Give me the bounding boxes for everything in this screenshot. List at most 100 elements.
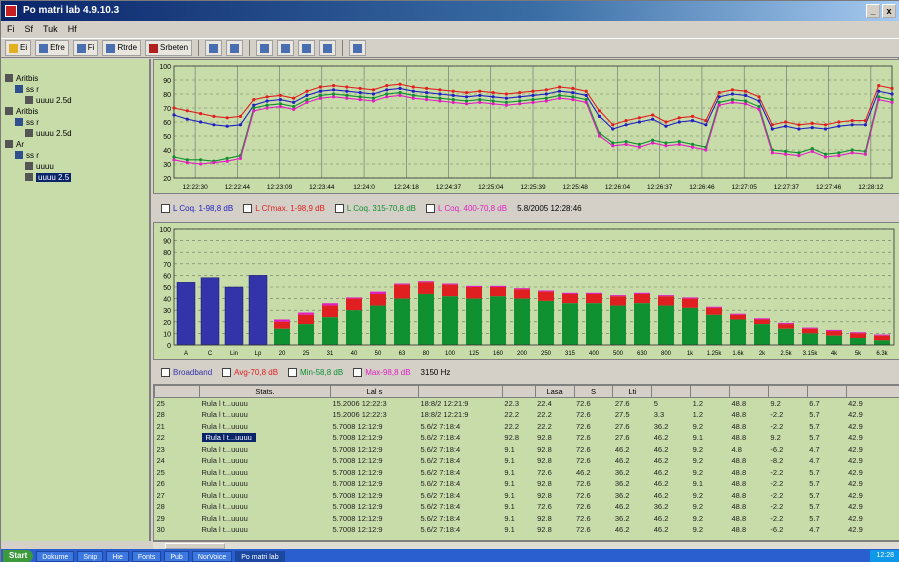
taskbar-item[interactable]: Snip <box>77 550 104 562</box>
table-row[interactable]: 25 Rula l t...uuuu 15.2006 12:22:3 18:8/2 1… <box>155 398 899 410</box>
open-button[interactable]: Ei <box>5 40 32 56</box>
column-header[interactable]: Stats. <box>199 385 331 398</box>
checkbox-icon[interactable] <box>353 367 363 377</box>
checkbox-icon[interactable] <box>334 203 344 213</box>
column-header[interactable] <box>690 385 731 398</box>
tree-node[interactable]: ss r <box>5 150 149 161</box>
title-bar[interactable]: Po matri lab 4.9.10.3 _ x <box>1 1 899 21</box>
legend-min[interactable]: Min-58,8 dB <box>288 367 343 377</box>
checkbox-icon[interactable] <box>161 367 170 377</box>
report-button[interactable]: Rtrde <box>102 40 142 56</box>
close-button[interactable]: x <box>882 4 896 18</box>
data-point <box>637 116 641 120</box>
cell-value: 36.2 <box>614 490 630 500</box>
menu-tools[interactable]: Tuk <box>43 21 58 38</box>
checkbox-icon[interactable] <box>243 203 253 213</box>
checkbox-icon[interactable] <box>222 367 232 377</box>
tree-node[interactable]: ss r <box>5 117 149 128</box>
menu-help[interactable]: Hf <box>68 21 77 38</box>
tree-node[interactable]: ss r <box>5 84 149 95</box>
tree-node[interactable]: uuuu 2.5 <box>5 172 149 183</box>
tree-node[interactable]: uuuu <box>5 161 149 172</box>
checkbox-icon[interactable] <box>288 367 298 377</box>
column-header[interactable] <box>154 385 201 398</box>
column-header[interactable] <box>501 385 536 398</box>
table-row[interactable]: 23 Rula l t...uuuu 5.7008 12:12:9 5.6/2 7:1… <box>155 444 899 456</box>
column-header[interactable] <box>845 385 899 398</box>
tree-node[interactable]: uuuu 2.5d <box>5 128 149 139</box>
column-header[interactable] <box>729 385 769 398</box>
data-point <box>823 123 828 127</box>
table-row[interactable]: 29 Rula l t...uuuu 5.7008 12:12:9 5.6/2 7:1… <box>155 513 899 525</box>
cell-value: 46.2 <box>614 456 630 466</box>
taskbar-item[interactable]: Hie <box>106 550 129 562</box>
column-header[interactable]: Lal s <box>330 385 419 398</box>
taskbar-item[interactable]: Pub <box>164 550 189 562</box>
legend-item-4[interactable]: L Coq. 400-70,8 dB <box>426 203 507 213</box>
cell-value: 48.8 <box>731 410 747 420</box>
menu-file[interactable]: Fi <box>7 21 15 38</box>
table-row[interactable]: 28 Rula l t...uuuu 15.2006 12:22:3 18:8/2 1… <box>155 409 899 421</box>
folder-icon <box>5 140 13 148</box>
menu-settings[interactable]: Sf <box>25 21 34 38</box>
tree-node[interactable]: uuuu 2.5d <box>5 95 149 106</box>
help-button[interactable] <box>349 40 367 56</box>
cell-value: 22.2 <box>537 421 552 431</box>
column-header[interactable] <box>651 385 692 398</box>
data-point <box>877 98 881 102</box>
export-button[interactable]: Efre <box>35 40 69 56</box>
data-point <box>597 109 602 113</box>
table-row[interactable]: 27 Rula l t...uuuu 5.7008 12:12:9 5.6/2 7:1… <box>155 490 899 502</box>
legend-item-2[interactable]: L Cl'max. 1-98,9 dB <box>243 203 325 213</box>
minimize-button[interactable]: _ <box>866 4 880 18</box>
column-header[interactable]: S <box>573 385 614 398</box>
legend-item-1[interactable]: L Coq. 1-98,8 dB <box>161 203 233 213</box>
line-view-button[interactable] <box>256 40 274 56</box>
checkbox-icon[interactable] <box>161 203 170 213</box>
bar-view-button[interactable] <box>277 40 295 56</box>
tree-node[interactable]: Ar <box>5 139 149 150</box>
column-header[interactable] <box>418 385 503 398</box>
spectrum-chart[interactable]: 0 10 20 30 40 50 60 70 80 90 100 A C Lin Lp 20 25 31 40 50 6… <box>153 222 899 360</box>
legend-max[interactable]: Max-98,8 dB <box>353 367 411 377</box>
legend-broadband[interactable]: Broadband <box>161 367 212 377</box>
table-cell: Rula l t...uuuu <box>200 490 331 502</box>
filter-button[interactable]: Fi <box>72 40 99 56</box>
tree-node[interactable]: Aritbis <box>5 106 149 117</box>
column-header[interactable] <box>767 385 808 398</box>
column-header[interactable]: Lasa <box>534 385 575 398</box>
column-header[interactable]: Lti <box>612 385 653 398</box>
table-cell: 36.2 <box>652 501 691 513</box>
table-row[interactable]: 25 Rula l t...uuuu 5.7008 12:12:9 5.6/2 7:1… <box>155 467 899 479</box>
start-button[interactable]: Start <box>3 550 34 562</box>
y-tick-label: 10 <box>163 331 171 338</box>
taskbar-item[interactable]: NorVoice <box>191 550 233 562</box>
data-point <box>411 85 415 89</box>
legend-avg[interactable]: Avg-70,8 dB <box>222 367 278 377</box>
settings-button[interactable]: Srbeten <box>145 40 193 56</box>
window-title: Po matri lab 4.9.10.3 <box>23 5 120 16</box>
zoom-in-button[interactable] <box>205 40 223 56</box>
print-button[interactable] <box>319 40 337 56</box>
cursor-button[interactable] <box>226 40 244 56</box>
table-row[interactable]: 28 Rula l t...uuuu 5.7008 12:12:9 5.6/2 7:1… <box>155 501 899 513</box>
cell-value: 46.2 <box>614 502 630 512</box>
cell-value: 9.1 <box>504 490 515 500</box>
taskbar-item-active[interactable]: Po matri lab <box>235 550 285 562</box>
taskbar-item[interactable]: Fonts <box>131 550 162 562</box>
table-row[interactable]: 24 Rula l t...uuuu 5.7008 12:12:9 5.6/2 7:1… <box>155 455 899 467</box>
data-point <box>531 89 535 93</box>
table-view-button[interactable] <box>298 40 316 56</box>
table-row[interactable]: 21 Rula l t...uuuu 5.7008 12:12:9 5.6/2 7:1… <box>155 421 899 433</box>
checkbox-icon[interactable] <box>426 203 435 213</box>
folder-icon <box>5 74 13 82</box>
horizontal-scrollbar[interactable] <box>153 541 899 549</box>
tree-node[interactable]: Aritbis <box>5 73 149 84</box>
legend-item-3[interactable]: L Coq. 315-70,8 dB <box>334 203 416 213</box>
time-history-chart[interactable]: 20 30 40 50 60 70 80 90 100 12:22:30 12:22:44 12:23… <box>153 59 899 194</box>
column-header[interactable] <box>806 385 847 398</box>
table-row[interactable]: 30 Rula l t...uuuu 5.7008 12:12:9 5.6/2 7:1… <box>155 524 899 536</box>
table-row[interactable]: 26 Rula l t...uuuu 5.7008 12:12:9 5.6/2 7:1… <box>155 478 899 490</box>
taskbar-item[interactable]: Dokume <box>36 550 75 562</box>
table-row[interactable]: 22 Rula l t...uuuu 5.7008 12:12:9 5.6/2 7:1… <box>155 432 899 444</box>
